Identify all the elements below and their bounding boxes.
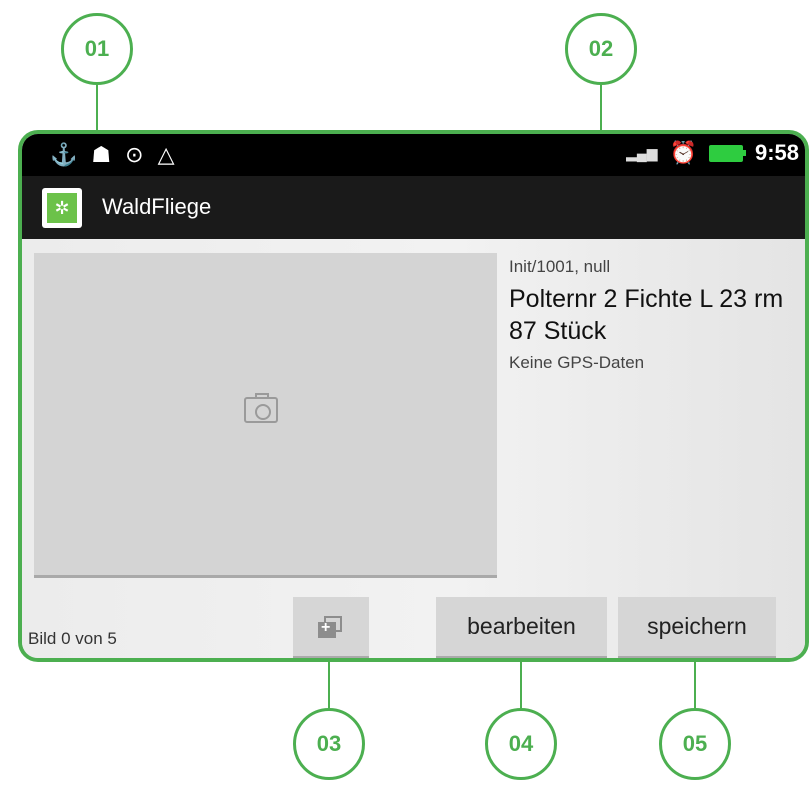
save-button[interactable]: speichern xyxy=(618,597,776,658)
waldfliege-logo-icon[interactable]: ✲ xyxy=(42,188,82,228)
callout-01: 01 xyxy=(61,13,133,85)
record-id: Init/1001, null xyxy=(509,257,611,276)
app-title: WaldFliege xyxy=(102,194,212,219)
android-debug-icon: ☗ xyxy=(91,142,112,167)
record-title: Polternr 2 Fichte L 23 rm 87 Stück xyxy=(509,285,784,345)
gps-status: Keine GPS-Daten xyxy=(509,353,645,372)
status-bar: ⚓ ☗ ⊙ △ ▂▄▆ ⏰ 9:58 xyxy=(22,134,805,176)
callout-02: 02 xyxy=(565,13,637,85)
callout-04: 04 xyxy=(485,708,557,780)
usb-icon: ⚓ xyxy=(50,142,78,167)
callout-03: 03 xyxy=(293,708,365,780)
image-counter: Bild 0 von 5 xyxy=(28,629,117,648)
photo-preview[interactable] xyxy=(34,253,497,578)
add-image-icon xyxy=(318,615,344,638)
main-content: Init/1001, null Polternr 2 Fichte L 23 r… xyxy=(22,239,805,658)
battery-icon xyxy=(708,144,746,162)
warning-icon: △ xyxy=(157,142,175,167)
phone-screen: ⚓ ☗ ⊙ △ ▂▄▆ ⏰ 9:58 ✲ WaldFliege Init/100… xyxy=(18,130,809,662)
edit-button[interactable]: bearbeiten xyxy=(436,597,607,658)
app-bar: ✲ WaldFliege xyxy=(22,176,805,239)
alarm-icon: ⏰ xyxy=(669,140,697,165)
callout-05: 05 xyxy=(659,708,731,780)
status-time: 9:58 xyxy=(754,140,799,165)
signal-icon: ▂▄▆ xyxy=(626,144,658,161)
camera-icon xyxy=(244,393,278,423)
location-icon: ⊙ xyxy=(125,142,144,167)
add-image-button[interactable] xyxy=(293,597,369,658)
